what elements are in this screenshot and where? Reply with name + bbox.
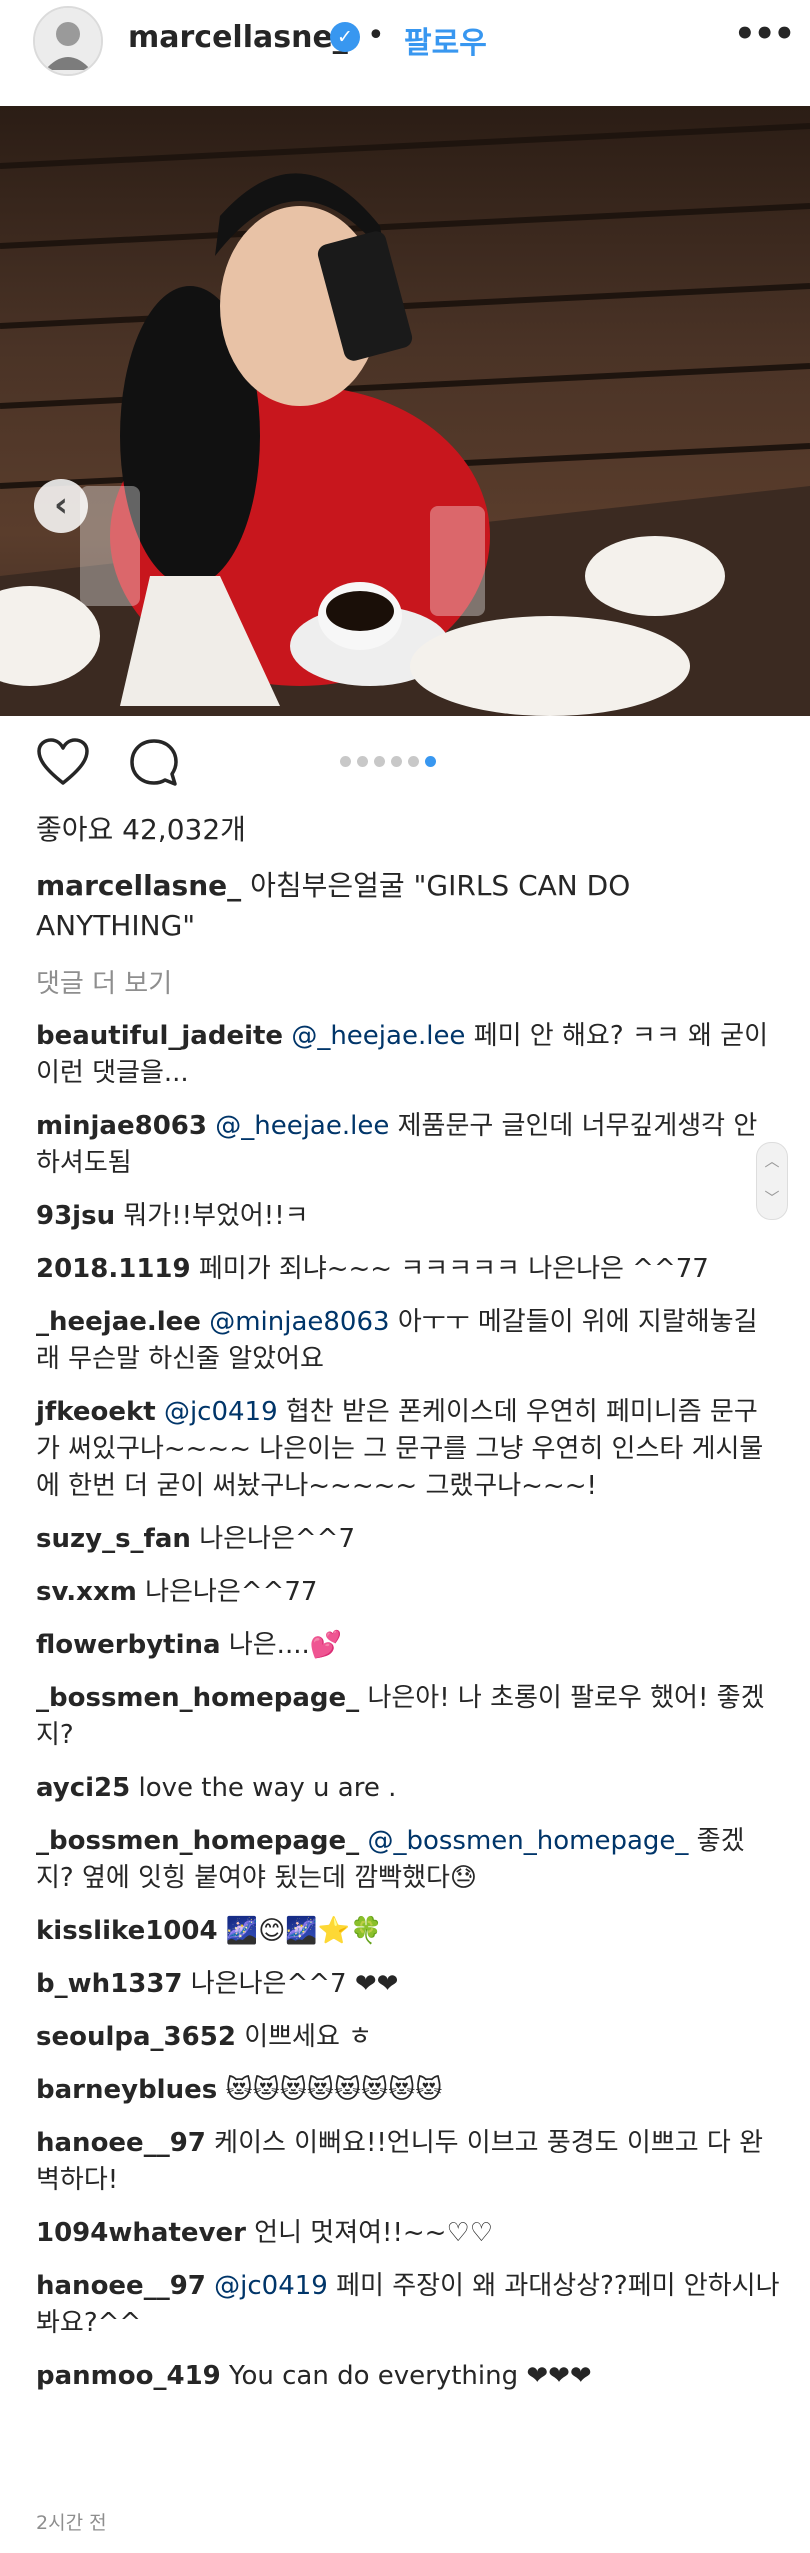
verified-check-icon: ✓ [330,22,360,52]
comment-item: panmoo_419 You can do everything ❤❤❤ [36,2358,780,2395]
photo-illustration [0,123,810,716]
likes-count[interactable]: 좋아요 42,032개 [36,808,246,848]
comment-item: beautiful_jadeite @_heejae.lee 페미 안 해요? … [36,1018,780,1092]
comment-text: 뭐가!!부었어!!ㅋ [123,1201,309,1231]
comment-text: 😻😻😻😻😻😻😻😻 [225,2075,443,2105]
post-caption: marcellasne_ 아침부은얼굴 "GIRLS CAN DO ANYTHI… [36,866,776,946]
comment-username[interactable]: barneyblues [36,2075,217,2105]
comment-username[interactable]: kisslike1004 [36,1916,218,1946]
post-header: marcellasne_ ✓ • 팔로우 ••• [0,0,810,106]
comment-username[interactable]: panmoo_419 [36,2361,221,2391]
comment-item: hanoee__97 케이스 이뻐요!!언니두 이브고 풍경도 이쁘고 다 완벽… [36,2125,780,2199]
post-photo[interactable]: ‹ [0,106,810,716]
comment-item: minjae8063 @_heejae.lee 제품문구 글인데 너무깊게생각 … [36,1108,780,1182]
comment-mention[interactable]: @jc0419 [214,2271,328,2301]
comment-item: _bossmen_homepage_ 나은아! 나 초롱이 팔로우 했어! 좋겠… [36,1680,780,1754]
comment-username[interactable]: _bossmen_homepage_ [36,1683,359,1713]
follow-button[interactable]: 팔로우 [404,18,487,62]
action-bar [0,724,810,804]
comment-item: jfkeoekt @jc0419 협찬 받은 폰케이스데 우연히 페미니즘 문구… [36,1394,780,1505]
comment-mention[interactable]: @_heejae.lee [291,1021,465,1051]
comment-item: 2018.1119 페미가 죄냐~~~ ㅋㅋㅋㅋㅋ 나은나은 ^^77 [36,1251,780,1288]
comment-item: ayci25 love the way u are . [36,1770,780,1807]
comment-item: seoulpa_3652 이쁘세요 ㅎ [36,2019,780,2056]
view-all-comments-link[interactable]: 댓글 더 보기 [36,963,172,1000]
comment-username[interactable]: beautiful_jadeite [36,1021,283,1051]
comment-item: _heejae.lee @minjae8063 아ㅜㅜ 메갈들이 위에 지랄해놓… [36,1304,780,1378]
username[interactable]: marcellasne_ [128,20,348,55]
comment-mention[interactable]: @jc0419 [164,1397,278,1427]
comment-mention[interactable]: @_heejae.lee [215,1111,389,1141]
comment-item: b_wh1337 나은나은^^7 ❤❤ [36,1966,780,2003]
comment-username[interactable]: minjae8063 [36,1111,207,1141]
comment-item: 1094whatever 언니 멋져여!!~~♡♡ [36,2215,780,2252]
carousel-dot [374,756,385,767]
comment-text: You can do everything ❤❤❤ [229,2361,592,2391]
comment-text: 언니 멋져여!!~~♡♡ [254,2218,494,2248]
comment-username[interactable]: b_wh1337 [36,1969,183,1999]
comment-username[interactable]: suzy_s_fan [36,1524,191,1554]
avatar[interactable] [33,6,103,76]
comment-mention[interactable]: @_bossmen_homepage_ [367,1826,688,1856]
comment-username[interactable]: hanoee__97 [36,2271,206,2301]
comment-username[interactable]: jfkeoekt [36,1397,156,1427]
comment-text: love the way u are . [138,1773,397,1803]
comment-item: hanoee__97 @jc0419 페미 주장이 왜 과대상상??페미 안하시… [36,2268,780,2342]
carousel-dot [425,756,436,767]
comment-username[interactable]: 93jsu [36,1201,115,1231]
comment-item: _bossmen_homepage_ @_bossmen_homepage_ 좋… [36,1823,780,1897]
comment-text: 🌌😊🌌⭐🍀 [225,1916,383,1946]
carousel-dot [391,756,402,767]
comment-text: 나은나은^^77 [145,1577,318,1607]
comment-text: 페미가 죄냐~~~ ㅋㅋㅋㅋㅋ 나은나은 ^^77 [198,1254,709,1284]
carousel-dot [340,756,351,767]
scroll-arrows-icon[interactable]: ︿ ﹀ [756,1142,788,1220]
post-timestamp: 2시간 전 [36,2512,107,2534]
caption-username[interactable]: marcellasne_ [36,869,241,902]
comment-item: barneyblues 😻😻😻😻😻😻😻😻 [36,2072,780,2109]
comment-text: 나은....💕 [228,1630,343,1660]
carousel-dot [408,756,419,767]
comments-list: beautiful_jadeite @_heejae.lee 페미 안 해요? … [36,1018,780,2411]
separator-dot: • [367,18,385,53]
comment-text: 이쁘세요 ㅎ [244,2022,373,2052]
like-heart-icon[interactable] [36,737,90,787]
carousel-indicator [340,756,436,767]
comment-text: 나은나은^^7 ❤❤ [190,1969,399,1999]
comment-mention[interactable]: @minjae8063 [209,1307,389,1337]
comment-username[interactable]: sv.xxm [36,1577,137,1607]
comment-text: 나은나은^^7 [199,1524,355,1554]
comment-username[interactable]: seoulpa_3652 [36,2022,236,2052]
comment-username[interactable]: hanoee__97 [36,2128,206,2158]
comment-username[interactable]: 1094whatever [36,2218,246,2248]
more-options-icon[interactable]: ••• [734,14,795,54]
comment-bubble-icon[interactable] [128,737,180,789]
comment-username[interactable]: 2018.1119 [36,1254,191,1284]
comment-item: flowerbytina 나은....💕 [36,1627,780,1664]
comment-username[interactable]: flowerbytina [36,1630,221,1660]
previous-photo-button[interactable]: ‹ [34,479,88,533]
comment-item: kisslike1004 🌌😊🌌⭐🍀 [36,1913,780,1950]
carousel-dot [357,756,368,767]
comment-item: suzy_s_fan 나은나은^^7 [36,1521,780,1558]
comment-item: 93jsu 뭐가!!부었어!!ㅋ [36,1198,780,1235]
comment-username[interactable]: _bossmen_homepage_ [36,1826,359,1856]
comment-username[interactable]: _heejae.lee [36,1307,201,1337]
comment-item: sv.xxm 나은나은^^77 [36,1574,780,1611]
comment-username[interactable]: ayci25 [36,1773,130,1803]
